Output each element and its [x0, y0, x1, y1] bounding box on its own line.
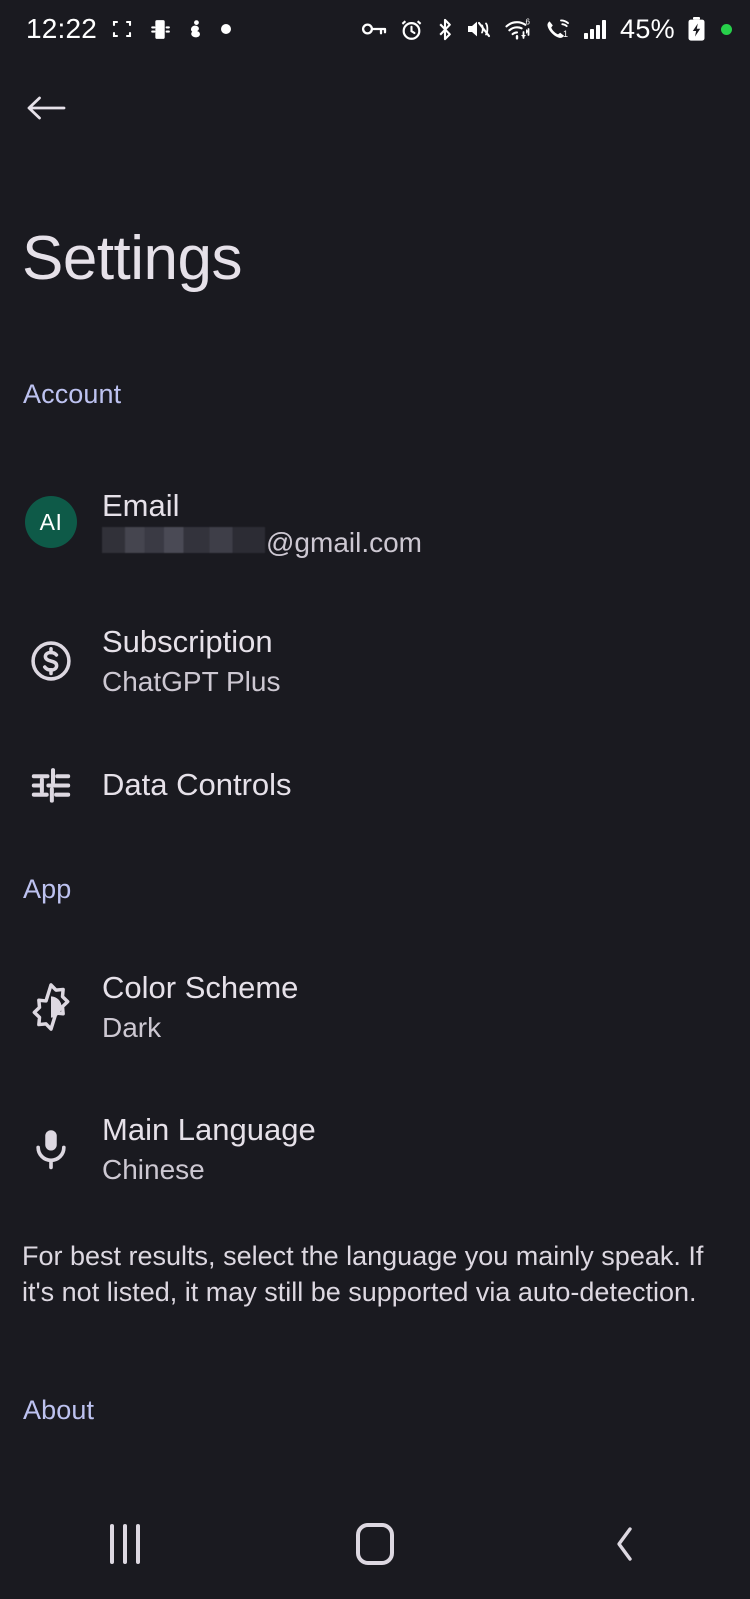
settings-row-data-controls-text: Data Controls: [102, 766, 292, 804]
settings-row-main-language-title: Main Language: [102, 1112, 316, 1148]
settings-row-main-language-value: Chinese: [102, 1153, 205, 1185]
section-header-app: App: [23, 874, 72, 904]
settings-row-email-value: @gmail.com: [102, 526, 423, 558]
settings-row-color-scheme-text: Color Scheme Dark: [102, 969, 298, 1045]
settings-row-subscription-title: Subscription: [102, 624, 273, 660]
settings-row-color-scheme[interactable]: Color Scheme Dark: [0, 968, 750, 1046]
settings-row-main-language-text: Main Language Chinese: [102, 1111, 316, 1187]
nav-back-button[interactable]: [550, 1489, 700, 1599]
redacted-email-local-part: [102, 526, 265, 553]
volume-mute-vibrate-icon: [466, 17, 493, 41]
nav-recents-button[interactable]: [50, 1489, 200, 1599]
arrow-left-icon: [27, 96, 66, 120]
alarm-icon: [399, 17, 424, 42]
section-header-about: About: [23, 1395, 95, 1425]
battery-charging-icon: [687, 16, 706, 42]
status-bar-right: 6 1 45%: [360, 14, 732, 45]
avatar-initials: AI: [25, 496, 77, 548]
settings-row-email[interactable]: AI Email @gmail.com: [0, 483, 750, 561]
system-navigation-bar: [0, 1489, 750, 1599]
page-title: Settings: [22, 224, 243, 293]
account-avatar: AI: [22, 493, 80, 551]
settings-row-color-scheme-value: Dark: [102, 1011, 162, 1043]
wifi-icon: 6: [504, 17, 533, 41]
cellular-signal-icon: [583, 18, 609, 40]
microphone-icon: [22, 1120, 80, 1178]
sliders-tune-icon: [22, 756, 80, 814]
screenshot-frame-icon: [110, 17, 134, 41]
status-bar-left: 12:22: [26, 13, 232, 45]
svg-text:6: 6: [526, 18, 531, 27]
settings-row-email-text: Email @gmail.com: [102, 487, 422, 557]
status-bar: 12:22 6 1 45%: [0, 0, 750, 58]
email-domain-label: @gmail.com: [266, 526, 423, 558]
back-button[interactable]: [20, 82, 72, 134]
settings-row-main-language[interactable]: Main Language Chinese: [0, 1110, 750, 1188]
brightness-medium-icon: [22, 978, 80, 1036]
nav-home-button[interactable]: [300, 1489, 450, 1599]
dollar-circle-icon: [22, 632, 80, 690]
settings-row-email-title: Email: [102, 488, 180, 524]
svg-text:1: 1: [563, 29, 568, 39]
main-language-helper-text: For best results, select the language yo…: [22, 1241, 704, 1307]
status-bar-clock: 12:22: [26, 13, 98, 44]
battery-percentage-label: 45%: [620, 13, 675, 44]
section-header-account: Account: [23, 379, 122, 409]
recents-icon: [110, 1524, 140, 1564]
device-cast-icon: [147, 17, 172, 42]
settings-row-subscription-text: Subscription ChatGPT Plus: [102, 623, 280, 699]
do-not-disturb-person-icon: [185, 17, 207, 41]
app-screen: 12:22 6 1 45% Settings Account AI Email …: [0, 0, 750, 1599]
vpn-key-icon: [360, 17, 388, 41]
settings-row-data-controls-title: Data Controls: [102, 767, 292, 803]
settings-row-subscription[interactable]: Subscription ChatGPT Plus: [0, 622, 750, 700]
call-active-icon: 1: [544, 17, 572, 41]
chevron-left-icon: [617, 1527, 632, 1561]
green-dot-icon: [721, 23, 732, 35]
settings-row-color-scheme-title: Color Scheme: [102, 970, 299, 1006]
dot-indicator-icon: [220, 23, 232, 35]
settings-row-subscription-value: ChatGPT Plus: [102, 665, 281, 697]
bluetooth-icon: [435, 17, 455, 42]
settings-row-data-controls[interactable]: Data Controls: [0, 755, 750, 815]
home-icon: [356, 1523, 394, 1565]
